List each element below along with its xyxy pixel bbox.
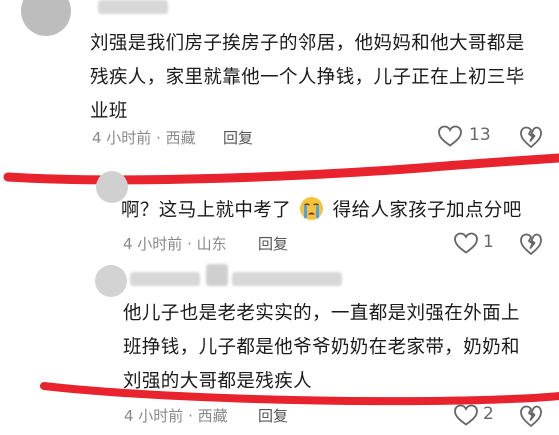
annotation-stroke (40, 382, 559, 406)
